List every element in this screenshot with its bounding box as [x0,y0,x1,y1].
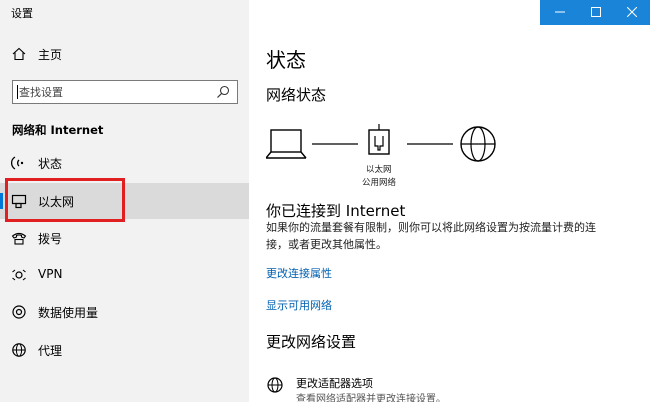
adapter-globe-icon [267,377,283,393]
network-name-label: 以太网 [366,165,392,175]
dialup-icon [11,232,27,245]
sidebar-item-home[interactable]: 主页 [0,40,249,68]
adapter-options-description: 查看网络适配器并更改连接设置。 [296,394,446,402]
home-icon [12,47,26,61]
minimize-button[interactable] [542,0,578,25]
computer-icon [266,129,307,159]
change-adapter-options-item[interactable]: 更改适配器选项 查看网络适配器并更改连接设置。 [266,375,566,402]
sidebar-item-status[interactable]: 状态 [0,145,249,181]
search-box[interactable] [12,80,238,104]
proxy-icon [12,343,26,357]
sidebar-item-dialup[interactable]: 拨号 [0,220,249,256]
connected-description: 如果你的流量套餐有限制，则你可以将此网络设置为按流量计费的连接，或者更改其他属性… [266,221,596,251]
data-usage-icon [12,305,26,319]
ethernet-port-icon [368,124,390,155]
sidebar-item-data-usage-label: 数据使用量 [38,306,99,320]
close-icon [627,7,637,17]
maximize-button[interactable] [578,0,614,25]
close-button[interactable] [614,0,650,25]
internet-globe-icon [460,126,496,162]
window-controls [540,0,650,25]
network-diagram: 以太网 公用网络 [266,118,516,198]
search-icon[interactable] [216,85,230,99]
change-network-settings-heading: 更改网络设置 [266,333,357,351]
vpn-icon [12,269,26,281]
sidebar-item-vpn-label: VPN [38,267,63,281]
maximize-icon [591,7,601,17]
sidebar-item-proxy-label: 代理 [38,344,63,358]
text-caret [17,85,18,99]
sidebar-item-home-label: 主页 [38,48,63,62]
network-type-label: 公用网络 [362,178,397,188]
minimize-icon [555,11,565,13]
connected-title: 你已连接到 Internet [266,202,406,220]
sidebar-item-vpn[interactable]: VPN [0,257,249,293]
sidebar-item-data-usage[interactable]: 数据使用量 [0,294,249,330]
network-status-heading: 网络状态 [266,86,327,104]
adapter-options-title: 更改适配器选项 [296,377,373,390]
app-title: 设置 [11,7,33,20]
show-available-networks-link[interactable]: 显示可用网络 [266,297,332,313]
section-title: 网络和 Internet [12,123,104,137]
sidebar-item-dialup-label: 拨号 [38,232,63,246]
change-connection-properties-link[interactable]: 更改连接属性 [266,265,332,281]
sidebar: 设置 主页 网络和 Internet 状态 以太网 [0,0,249,402]
status-icon [11,156,24,170]
sidebar-item-proxy[interactable]: 代理 [0,332,249,368]
page-title: 状态 [266,48,306,72]
sidebar-item-status-label: 状态 [38,157,63,171]
annotation-highlight-box [5,178,125,222]
search-input[interactable] [19,84,209,100]
